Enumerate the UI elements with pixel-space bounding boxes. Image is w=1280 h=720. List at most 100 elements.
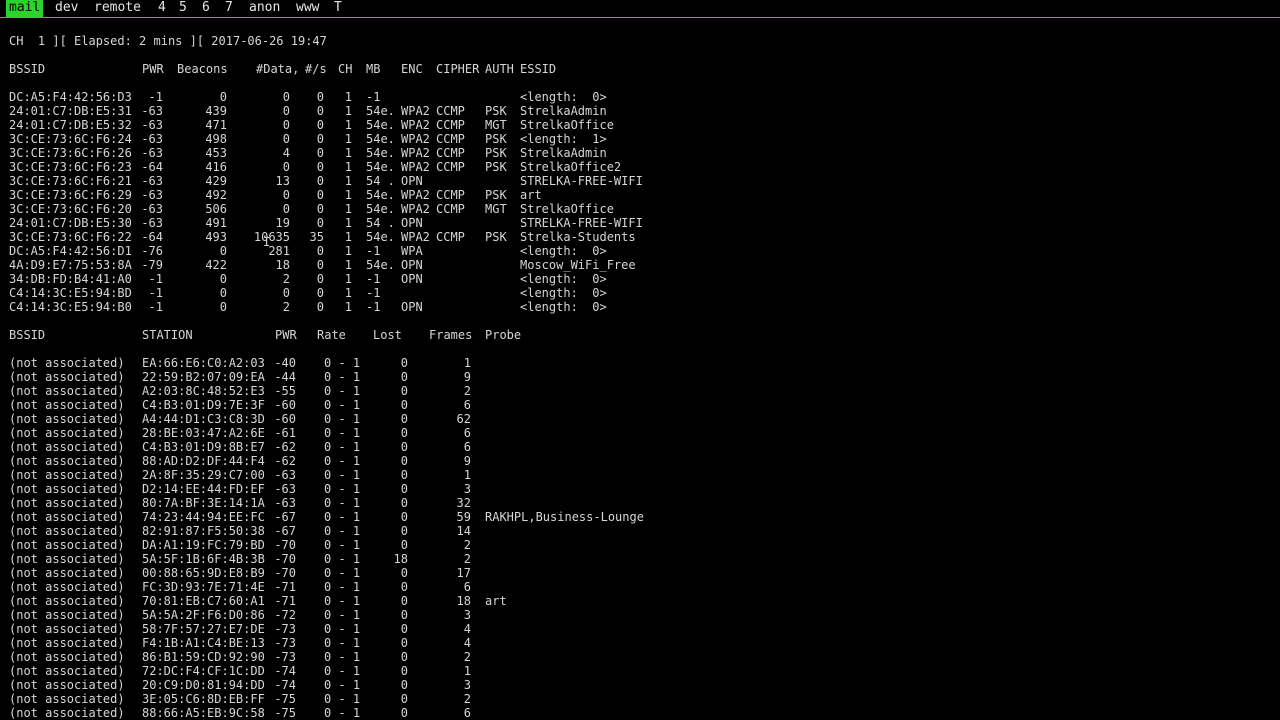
- ap-beacons: 0: [219, 300, 227, 314]
- ap-pwr: -1: [148, 286, 163, 300]
- ap-bssid: 3C:CE:73:6C:F6:24: [9, 132, 132, 146]
- station-mac: 58:7F:57:27:E7:DE: [142, 622, 265, 636]
- ap-bssid: 3C:CE:73:6C:F6:26: [9, 146, 132, 160]
- tab-mail[interactable]: mail: [6, 0, 44, 17]
- station-row: (not associated) 00:88:65:9D:E8:B9 -70 0 - …: [0, 566, 1280, 580]
- station-frames: 4: [463, 636, 471, 650]
- tab-7[interactable]: 7: [222, 0, 236, 17]
- station-lost: 0: [400, 622, 408, 636]
- ap-rate: 35: [309, 230, 324, 244]
- ap-cipher: CCMP: [436, 230, 465, 244]
- ap-mb: -1: [366, 90, 381, 104]
- station-rate: 0 - 1: [324, 524, 361, 538]
- tab-www[interactable]: www: [293, 0, 322, 17]
- station-frames: 1: [463, 468, 471, 482]
- station-frames: 14: [456, 524, 471, 538]
- ap-rate: 0: [316, 174, 324, 188]
- header-station-frames: Frames: [429, 328, 473, 342]
- ap-rate: 0: [316, 272, 324, 286]
- station-bssid: (not associated): [9, 454, 125, 468]
- ap-data: 0: [282, 132, 290, 146]
- ap-channel: 1: [344, 202, 352, 216]
- ap-data: 281: [268, 244, 290, 258]
- station-rate: 0 - 1: [324, 678, 361, 692]
- station-rate: 0 - 1: [324, 636, 361, 650]
- station-lost: 0: [400, 384, 408, 398]
- station-frames: 2: [463, 552, 471, 566]
- ap-channel: 1: [344, 258, 352, 272]
- ap-rate: 0: [316, 188, 324, 202]
- station-lost: 0: [400, 594, 408, 608]
- ap-rate: 0: [316, 104, 324, 118]
- station-lost: 0: [400, 524, 408, 538]
- station-pwr: -74: [274, 678, 296, 692]
- ap-enc: OPN: [401, 272, 423, 286]
- station-bssid: (not associated): [9, 622, 125, 636]
- access-point-row: DC:A5:F4:42:56:D1 -76 0 281 0 1 -1 WPA <length: …: [0, 244, 1280, 258]
- ap-mb: 54 .: [366, 174, 395, 188]
- station-lost: 0: [400, 356, 408, 370]
- station-rate: 0 - 1: [324, 370, 361, 384]
- station-pwr: -60: [274, 412, 296, 426]
- station-mac: C4:B3:01:D9:7E:3F: [142, 398, 265, 412]
- station-row: (not associated) 88:66:A5:EB:9C:58 -75 0 - …: [0, 706, 1280, 720]
- airodump-terminal: CH 1 ][ Elapsed: 2 mins ][ 2017-06-26 19…: [0, 17, 1280, 720]
- station-row: (not associated) 2A:8F:35:29:C7:00 -63 0 - …: [0, 468, 1280, 482]
- tab-5[interactable]: 5: [176, 0, 190, 17]
- station-pwr: -62: [274, 454, 296, 468]
- access-point-row: C4:14:3C:E5:94:B0 -1 0 2 0 1 -1 OPN <length: 0>: [0, 300, 1280, 314]
- access-point-row: 3C:CE:73:6C:F6:23 -64 416 0 0 1 54e. WPA2 CCMP PS…: [0, 160, 1280, 174]
- station-pwr: -63: [274, 496, 296, 510]
- ap-bssid: 24:01:C7:DB:E5:31: [9, 104, 132, 118]
- station-frames: 9: [463, 454, 471, 468]
- ap-rate: 0: [316, 90, 324, 104]
- ap-channel: 1: [344, 272, 352, 286]
- station-bssid: (not associated): [9, 524, 125, 538]
- station-row: (not associated) 58:7F:57:27:E7:DE -73 0 - …: [0, 622, 1280, 636]
- ap-rate: 0: [316, 244, 324, 258]
- header-pwr: PWR: [142, 62, 164, 76]
- tab-6[interactable]: 6: [199, 0, 213, 17]
- station-rate: 0 - 1: [324, 482, 361, 496]
- station-probe: art: [485, 594, 507, 608]
- ap-mb: 54e.: [366, 202, 395, 216]
- ap-rate: 0: [316, 132, 324, 146]
- station-mac: 22:59:B2:07:09:EA: [142, 370, 265, 384]
- ap-data: 0: [282, 286, 290, 300]
- ap-beacons: 422: [205, 258, 227, 272]
- ap-rate: 0: [316, 118, 324, 132]
- station-probe: RAKHPL,Business-Lounge: [485, 510, 644, 524]
- ap-bssid: 24:01:C7:DB:E5:32: [9, 118, 132, 132]
- tab-4[interactable]: 4: [155, 0, 169, 17]
- station-rate: 0 - 1: [324, 594, 361, 608]
- ap-auth: MGT: [485, 118, 507, 132]
- ap-cipher: CCMP: [436, 104, 465, 118]
- ap-enc: WPA2: [401, 230, 430, 244]
- station-rate: 0 - 1: [324, 454, 361, 468]
- station-row: (not associated) 5A:5F:1B:6F:4B:3B -70 0 - …: [0, 552, 1280, 566]
- station-frames: 6: [463, 580, 471, 594]
- station-row: (not associated) 72:DC:F4:CF:1C:DD -74 0 - …: [0, 664, 1280, 678]
- station-pwr: -70: [274, 538, 296, 552]
- ap-bssid: DC:A5:F4:42:56:D1: [9, 244, 132, 258]
- tab-T[interactable]: T: [331, 0, 345, 17]
- ap-beacons: 492: [205, 188, 227, 202]
- tab-anon[interactable]: anon: [246, 0, 283, 17]
- station-frames: 1: [463, 664, 471, 678]
- station-mac: 70:81:EB:C7:60:A1: [142, 594, 265, 608]
- ap-bssid: C4:14:3C:E5:94:B0: [9, 300, 132, 314]
- tab-dev[interactable]: dev: [52, 0, 81, 17]
- ap-mb: -1: [366, 272, 381, 286]
- station-lost: 0: [400, 468, 408, 482]
- station-pwr: -44: [274, 370, 296, 384]
- ap-cipher: CCMP: [436, 146, 465, 160]
- tab-remote[interactable]: remote: [91, 0, 144, 17]
- station-bssid: (not associated): [9, 692, 125, 706]
- station-rate: 0 - 1: [324, 692, 361, 706]
- station-bssid: (not associated): [9, 552, 125, 566]
- station-lost: 0: [400, 538, 408, 552]
- header-mb: MB: [366, 62, 381, 76]
- station-lost: 0: [400, 566, 408, 580]
- station-frames: 3: [463, 608, 471, 622]
- station-lost: 0: [400, 398, 408, 412]
